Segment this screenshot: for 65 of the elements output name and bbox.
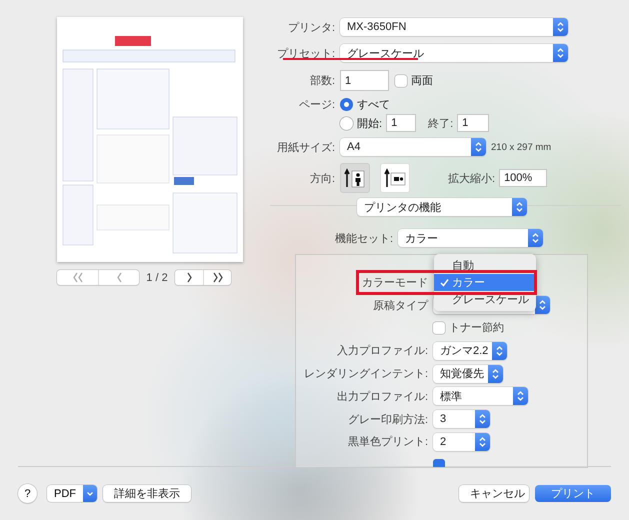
feature-set-label: 機能セット: <box>334 232 394 246</box>
setting-popup[interactable]: 2 <box>433 432 490 451</box>
stepper-icon <box>512 198 527 216</box>
checkbox-label: トナー節約 <box>449 321 504 336</box>
menu-item[interactable]: グレースケール <box>434 291 536 308</box>
stepper-icon <box>553 18 568 36</box>
paper-dimensions: 210 x 297 mm <box>491 142 552 152</box>
pdf-menu-button[interactable]: PDF <box>47 485 97 502</box>
stepper-icon <box>513 387 528 406</box>
radio-button[interactable] <box>340 98 353 110</box>
feature-set-popup[interactable]: カラー <box>398 229 543 247</box>
orientation-button[interactable] <box>380 163 410 193</box>
duplex-label: 両面 <box>411 74 433 88</box>
setting-popup[interactable]: ガンマ2.2 <box>433 342 508 360</box>
orientation-label: 方向: <box>308 172 336 186</box>
setting-label: 黒単色プリント: <box>346 434 429 450</box>
setting-label: カラーモード <box>361 276 429 290</box>
setting-checkbox[interactable] <box>433 458 445 467</box>
radio-label: 開始: <box>357 116 382 130</box>
paper-size-popup[interactable]: A4 <box>340 138 486 156</box>
checkmark-icon <box>440 278 449 287</box>
caret-icon <box>83 485 97 502</box>
stepper-icon <box>492 342 508 360</box>
preset-label: プリセット: <box>276 46 336 60</box>
setting-label: 原稿タイプ <box>372 298 430 313</box>
help-button[interactable]: ? <box>18 484 37 503</box>
stepper-icon <box>528 229 543 247</box>
cancel-button[interactable]: キャンセル <box>459 485 529 502</box>
duplex-checkbox[interactable] <box>395 74 407 86</box>
setting-label: 入力プロファイル: <box>336 344 429 358</box>
setting-popup[interactable]: 知覚優先 <box>433 364 503 383</box>
setting-label: レンダリングインテント: <box>302 367 429 382</box>
radio-label: すべて <box>357 98 390 112</box>
setting-popup[interactable]: 標準 <box>433 387 528 406</box>
to-page-label: 終了: <box>428 116 454 130</box>
hide-details-button[interactable]: 詳細を非表示 <box>103 485 191 502</box>
stepper-icon <box>471 138 486 156</box>
page-indicator: 1 / 2 <box>146 272 168 284</box>
scale-label: 拡大縮小: <box>448 172 496 186</box>
printer-popup[interactable]: MX-3650FN <box>340 18 568 36</box>
from-page-field[interactable]: 1 <box>386 114 416 132</box>
setting-popup[interactable]: 3 <box>433 410 490 428</box>
landscape-orientation-icon <box>384 167 406 189</box>
copies-label: 部数: <box>308 74 336 88</box>
portrait-orientation-icon <box>344 167 366 189</box>
setting-label: グレー印刷方法: <box>346 412 429 427</box>
pages-label: ページ: <box>298 98 336 112</box>
menu-item[interactable]: カラー <box>434 274 536 291</box>
stepper-icon <box>475 432 490 451</box>
preset-popup[interactable]: グレースケール <box>340 44 568 62</box>
print-button[interactable]: プリント <box>535 485 611 502</box>
orientation-button[interactable] <box>340 163 370 193</box>
setting-checkbox[interactable] <box>433 322 445 334</box>
radio-button[interactable] <box>340 116 353 130</box>
stepper-icon <box>488 364 503 383</box>
to-page-field[interactable]: 1 <box>457 114 490 132</box>
stepper-icon <box>475 410 490 428</box>
scale-field[interactable]: 100% <box>499 169 548 187</box>
setting-label: 出力プロファイル: <box>336 390 429 404</box>
section-popup[interactable]: プリンタの機能 <box>357 198 527 216</box>
paper-size-label: 用紙サイズ: <box>276 140 336 154</box>
menu-item[interactable]: 自動 <box>434 257 536 274</box>
printer-label: プリンタ: <box>286 20 336 34</box>
copies-field[interactable]: 1 <box>340 70 389 91</box>
stepper-icon <box>553 44 568 62</box>
